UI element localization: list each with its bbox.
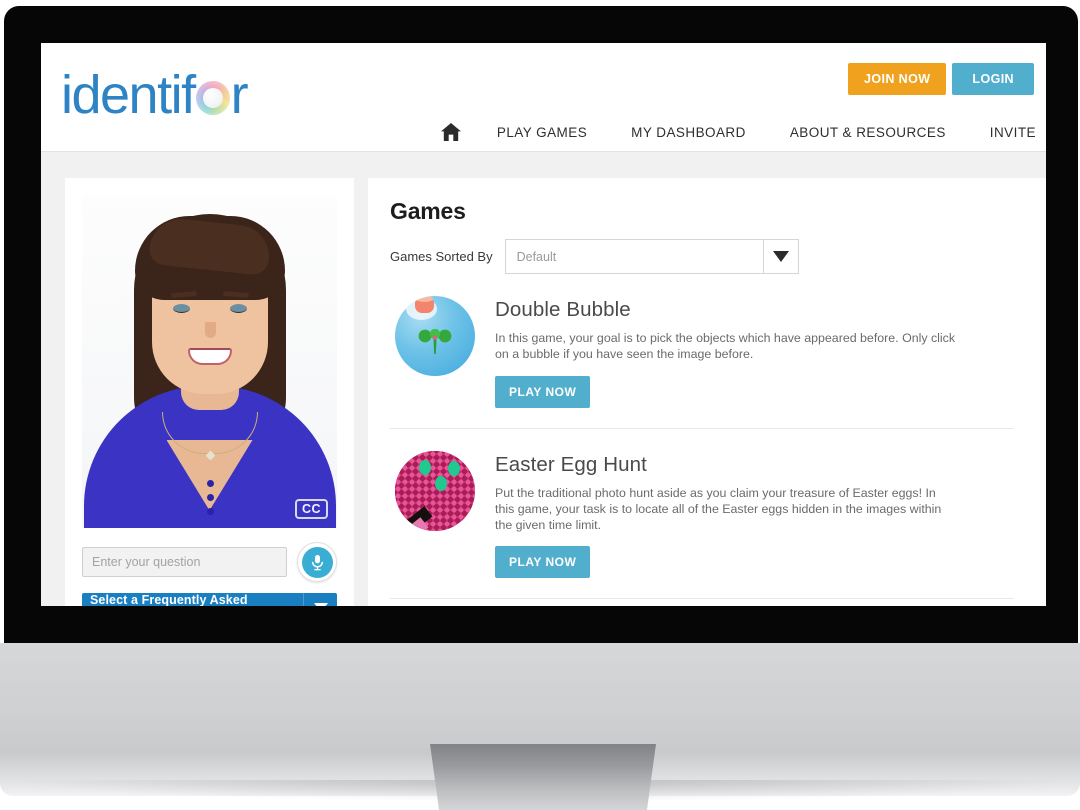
microphone-button[interactable]	[297, 542, 337, 582]
avatar-video[interactable]: CC	[82, 196, 337, 528]
question-input-row	[82, 542, 337, 582]
browser-screen: identif r JOIN NOW LOGIN PLAY GAMES MY DA…	[41, 43, 1046, 606]
game-title[interactable]: Double Bubble	[495, 298, 1014, 322]
pink-beads-eggs-icon[interactable]	[395, 450, 475, 531]
game-details: Double Bubble In this game, your goal is…	[495, 296, 1014, 408]
games-panel: Games Games Sorted By Default Double Bub…	[368, 178, 1046, 606]
games-sort-select[interactable]: Default	[504, 239, 799, 274]
avatar-assistant-panel: CC Enter your question Select a Frequent…	[65, 178, 354, 606]
nav-item-play-games[interactable]: PLAY GAMES	[475, 121, 609, 144]
blue-bubble-icon[interactable]	[395, 296, 475, 376]
game-description: Put the traditional photo hunt aside as …	[495, 485, 942, 532]
play-now-button[interactable]: PLAY NOW	[495, 546, 591, 579]
closed-captions-badge[interactable]: CC	[294, 499, 328, 519]
game-list-item: Double Bubble In this game, your goal is…	[390, 274, 1014, 428]
broccoli-glyph	[418, 329, 452, 354]
microphone-icon	[311, 554, 323, 570]
nav-item-home[interactable]	[423, 119, 475, 145]
site-header: identif r JOIN NOW LOGIN PLAY GAMES MY DA…	[41, 43, 1046, 151]
header-auth-buttons: JOIN NOW LOGIN	[848, 63, 1034, 95]
games-sort-select-value: Default	[516, 249, 557, 264]
play-now-button[interactable]: PLAY NOW	[495, 375, 591, 408]
nav-item-about-resources[interactable]: ABOUT & RESOURCES	[768, 121, 968, 144]
games-sort-row: Games Sorted By Default	[390, 239, 1014, 274]
game-list-item: Easter Egg Hunt Put the traditional phot…	[390, 427, 1014, 599]
game-details: Easter Egg Hunt Put the traditional phot…	[495, 451, 1014, 579]
home-icon	[440, 123, 461, 141]
imac-monitor-mockup: identif r JOIN NOW LOGIN PLAY GAMES MY DA…	[0, 0, 1080, 810]
chevron-down-icon	[303, 593, 337, 606]
question-input[interactable]	[82, 547, 287, 577]
header-divider	[41, 151, 1046, 168]
logo-text: identif r	[61, 65, 249, 125]
site-logo[interactable]: identif r	[61, 65, 249, 125]
games-sort-label: Games Sorted By	[390, 249, 493, 264]
join-now-button[interactable]: JOIN NOW	[848, 63, 947, 95]
nav-item-my-dashboard[interactable]: MY DASHBOARD	[609, 121, 768, 144]
monitor-stand	[430, 744, 656, 810]
game-list-item-partial	[390, 598, 1014, 606]
main-navigation: PLAY GAMES MY DASHBOARD ABOUT & RESOURCE…	[423, 119, 1046, 145]
faq-dropdown[interactable]: Select a Frequently Asked Question	[82, 593, 337, 606]
page-body: CC Enter your question Select a Frequent…	[41, 168, 1046, 606]
game-title[interactable]: Easter Egg Hunt	[495, 453, 1014, 477]
faq-dropdown-label: Select a Frequently Asked Question	[90, 593, 248, 606]
microphone-button-inner	[301, 546, 333, 578]
login-button[interactable]: LOGIN	[952, 63, 1034, 95]
page-title: Games	[390, 198, 466, 224]
rainbow-circle-o-icon	[195, 81, 230, 115]
game-description: In this game, your goal is to pick the o…	[495, 331, 956, 361]
logo-text-before: identif	[61, 65, 196, 125]
avatar-portrait-image	[82, 196, 337, 528]
nav-item-invite[interactable]: INVITE	[968, 121, 1046, 144]
chevron-down-icon	[762, 240, 798, 273]
logo-text-after: r	[230, 65, 249, 125]
